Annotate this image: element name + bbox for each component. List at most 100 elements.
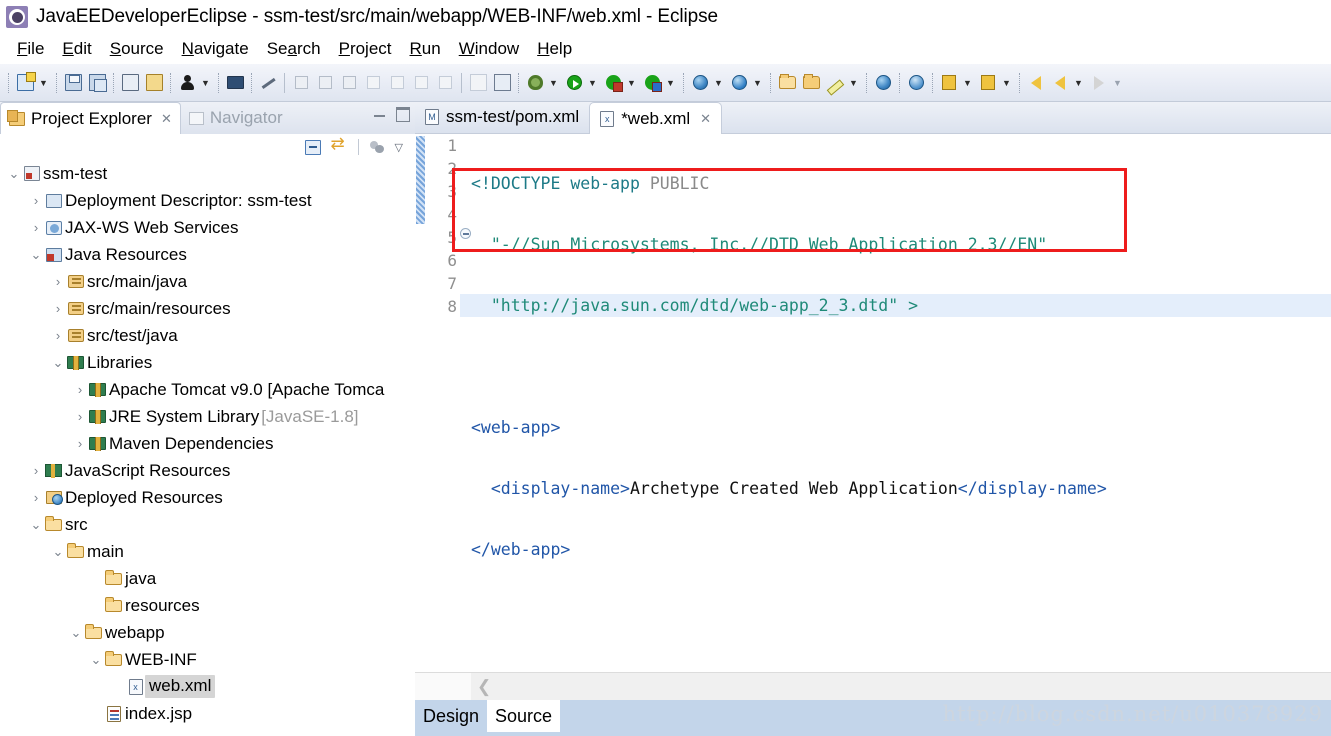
view-filters-icon[interactable]	[369, 139, 385, 155]
chevron-down-icon[interactable]: ⌄	[88, 653, 104, 666]
minimize-icon[interactable]	[373, 106, 387, 120]
tree-item-deployed-resources[interactable]: › Deployed Resources	[0, 484, 413, 511]
chevron-down-icon[interactable]: ⌄	[28, 248, 44, 261]
console-icon[interactable]	[224, 72, 246, 94]
resume-icon[interactable]	[290, 72, 312, 94]
new-wizard-icon[interactable]	[14, 72, 36, 94]
forward-dropdown-icon[interactable]: ▼	[1111, 72, 1124, 94]
close-icon[interactable]: ✕	[161, 112, 172, 125]
tree-item-src[interactable]: ⌄ src	[0, 511, 413, 538]
back-icon[interactable]	[1049, 72, 1071, 94]
menu-file[interactable]: File	[8, 38, 53, 60]
annotation-ruler[interactable]	[415, 134, 426, 704]
save-icon[interactable]	[62, 72, 84, 94]
tree-item-src-main-resources[interactable]: › src/main/resources	[0, 295, 413, 322]
forward-icon[interactable]	[1088, 72, 1110, 94]
run-icon[interactable]	[563, 72, 585, 94]
print-icon[interactable]	[119, 72, 141, 94]
step-over-icon[interactable]	[410, 72, 432, 94]
tree-item-deployment-descriptor[interactable]: › Deployment Descriptor: ssm-test	[0, 187, 413, 214]
link-with-editor-icon[interactable]	[331, 135, 348, 155]
chevron-right-icon[interactable]: ›	[28, 464, 44, 477]
editor-tab-pom-xml[interactable]: M ssm-test/pom.xml	[415, 101, 589, 133]
chevron-right-icon[interactable]: ›	[72, 410, 88, 423]
tree-item-main[interactable]: ⌄ main	[0, 538, 413, 565]
horizontal-scrollbar[interactable]: ❮	[415, 672, 1331, 701]
tree-item-web-xml[interactable]: · x web.xml	[0, 673, 413, 700]
tree-item-webapp[interactable]: ⌄ webapp	[0, 619, 413, 646]
chevron-down-icon[interactable]: ⌄	[68, 626, 84, 639]
disconnect-icon[interactable]	[362, 72, 384, 94]
person-icon[interactable]	[176, 72, 198, 94]
chevron-right-icon[interactable]: ›	[50, 329, 66, 342]
tab-project-explorer[interactable]: Project Explorer ✕	[0, 102, 181, 134]
person-dropdown-icon[interactable]: ▼	[199, 72, 212, 94]
code-editor[interactable]: 1 2 3 4 5 6 7 8 <!DOCTYPE web-app PUBLIC…	[415, 134, 1331, 704]
new-java-project-dropdown-icon[interactable]: ▼	[712, 72, 725, 94]
save-all-icon[interactable]	[86, 72, 108, 94]
tree-item-jaxws[interactable]: › JAX-WS Web Services	[0, 214, 413, 241]
marker-dropdown-icon[interactable]: ▼	[847, 72, 860, 94]
tab-navigator[interactable]: Navigator	[181, 102, 291, 134]
step-into-icon[interactable]	[386, 72, 408, 94]
tree-item-web-inf[interactable]: ⌄ WEB-INF	[0, 646, 413, 673]
search-scope-dropdown-icon[interactable]: ▼	[751, 72, 764, 94]
open-perspective-icon[interactable]	[905, 72, 927, 94]
chevron-right-icon[interactable]: ›	[72, 383, 88, 396]
tree-item-ssm-test[interactable]: ⌄ ssm-test	[0, 160, 413, 187]
tree-item-java-resources[interactable]: ⌄ Java Resources	[0, 241, 413, 268]
marker-icon[interactable]	[824, 72, 846, 96]
tree-item-index-jsp[interactable]: · index.jsp	[0, 700, 413, 727]
stop-server-dropdown-icon[interactable]: ▼	[664, 72, 677, 94]
back-dropdown-icon[interactable]: ▼	[1072, 72, 1085, 94]
open-type-icon[interactable]	[776, 72, 798, 94]
close-icon[interactable]: ✕	[700, 112, 711, 125]
run-on-server-dropdown-icon[interactable]: ▼	[625, 72, 638, 94]
maximize-icon[interactable]	[395, 106, 410, 122]
chevron-right-icon[interactable]: ›	[50, 302, 66, 315]
menu-window[interactable]: Window	[450, 38, 528, 60]
chevron-right-icon[interactable]: ›	[28, 194, 44, 207]
stop-server-icon[interactable]	[641, 72, 663, 94]
tree-item-javascript-resources[interactable]: › JavaScript Resources	[0, 457, 413, 484]
suspend-icon[interactable]	[314, 72, 336, 94]
debug-dropdown-icon[interactable]: ▼	[547, 72, 560, 94]
tree-item-src-test-java[interactable]: › src/test/java	[0, 322, 413, 349]
web-browser-icon[interactable]	[872, 72, 894, 94]
chevron-right-icon[interactable]: ›	[28, 221, 44, 234]
next-annotation-icon[interactable]	[977, 72, 999, 94]
tree-item-maven-dependencies[interactable]: › Maven Dependencies	[0, 430, 413, 457]
open-task-icon[interactable]	[800, 72, 822, 94]
editor-tab-web-xml[interactable]: x *web.xml ✕	[589, 102, 723, 134]
menu-run[interactable]: Run	[401, 38, 450, 60]
run-on-server-icon[interactable]	[602, 72, 624, 94]
validate-icon[interactable]	[143, 72, 165, 94]
tree-item-resources[interactable]: · resources	[0, 592, 413, 619]
menu-project[interactable]: Project	[330, 38, 401, 60]
tree-item-apache-tomcat[interactable]: › Apache Tomcat v9.0 [Apache Tomca	[0, 376, 413, 403]
run-dropdown-icon[interactable]: ▼	[586, 72, 599, 94]
previous-annotation-dropdown-icon[interactable]: ▼	[961, 72, 974, 94]
tree-item-src-main-java[interactable]: › src/main/java	[0, 268, 413, 295]
toggle-markoccurrences-icon[interactable]	[467, 72, 489, 94]
profile-icon[interactable]	[491, 72, 513, 94]
tab-source[interactable]: Source	[487, 700, 561, 732]
menu-search[interactable]: Search	[258, 38, 330, 60]
collapse-all-icon[interactable]	[304, 139, 321, 155]
step-return-icon[interactable]	[434, 72, 456, 94]
chevron-right-icon[interactable]: ›	[72, 437, 88, 450]
menu-navigate[interactable]: Navigate	[173, 38, 258, 60]
tree-item-java[interactable]: · java	[0, 565, 413, 592]
chevron-right-icon[interactable]: ›	[28, 491, 44, 504]
menu-edit[interactable]: Edit	[53, 38, 100, 60]
previous-annotation-icon[interactable]	[938, 72, 960, 94]
new-wizard-dropdown-icon[interactable]: ▼	[37, 72, 50, 94]
chevron-down-icon[interactable]: ⌄	[6, 167, 22, 180]
next-annotation-dropdown-icon[interactable]: ▼	[1000, 72, 1013, 94]
chevron-down-icon[interactable]: ⌄	[28, 518, 44, 531]
menu-help[interactable]: Help	[528, 38, 581, 60]
new-java-project-icon[interactable]	[689, 72, 711, 94]
tab-design[interactable]: Design	[415, 700, 488, 732]
view-menu-icon[interactable]: ▽	[395, 141, 403, 154]
terminate-icon[interactable]	[338, 72, 360, 94]
